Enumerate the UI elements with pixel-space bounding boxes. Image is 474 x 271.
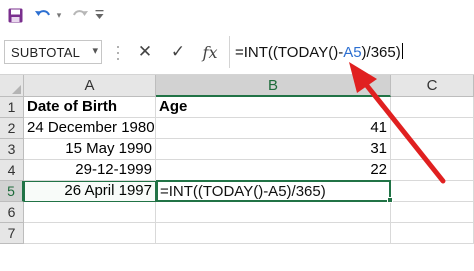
save-icon[interactable] [7, 7, 23, 23]
cancel-glyph: ✕ [137, 42, 153, 61]
row-header-3[interactable]: 3 [0, 139, 24, 160]
chevron-down-icon[interactable]: ▾ [92, 44, 98, 57]
cell-c5[interactable] [391, 181, 474, 202]
formula-bar-grip[interactable] [116, 42, 120, 64]
cell-b1[interactable]: Age [156, 97, 391, 118]
undo-icon[interactable] [33, 7, 51, 23]
row-header-7[interactable]: 7 [0, 223, 24, 244]
cell-c7[interactable] [391, 223, 474, 244]
formula-input[interactable]: =INT((TODAY()-A5)/365) [235, 40, 474, 64]
select-all-triangle-icon [12, 85, 21, 94]
fx-glyph: fx [202, 42, 218, 62]
row-header-6[interactable]: 6 [0, 202, 24, 223]
referenced-cell-highlight [24, 181, 156, 202]
cell-b2[interactable]: 41 [156, 118, 391, 139]
cancel-icon[interactable]: ✕ [133, 40, 157, 64]
insert-function-icon[interactable]: fx [198, 40, 222, 64]
cell-a2[interactable]: 24 December 1980 [24, 118, 156, 139]
active-cell-editor[interactable]: =INT((TODAY()-A5)/365) [156, 180, 391, 202]
cell-c1[interactable] [391, 97, 474, 118]
cell-b7[interactable] [156, 223, 391, 244]
cell-b6[interactable] [156, 202, 391, 223]
column-header-b[interactable]: B [156, 75, 391, 97]
name-box[interactable]: SUBTOTAL ▾ [4, 40, 102, 64]
text-cursor [401, 43, 403, 59]
cell-a1[interactable]: Date of Birth [24, 97, 156, 118]
formula-text: =INT((TODAY()-A5)/365) [235, 43, 403, 61]
formula-suffix: )/365) [361, 44, 401, 61]
formula-prefix: =INT((TODAY()- [235, 44, 344, 61]
cell-c3[interactable] [391, 139, 474, 160]
row-header-5[interactable]: 5 [0, 181, 24, 202]
formula-bar: SUBTOTAL ▾ ✕ ✓ fx =INT((TODAY()-A5)/365) [0, 30, 474, 75]
formula-cell-ref: A5 [343, 44, 362, 61]
enter-icon[interactable]: ✓ [166, 40, 190, 64]
cell-c2[interactable] [391, 118, 474, 139]
fill-handle[interactable] [387, 197, 393, 203]
worksheet-grid: A B C 1 2 3 4 5 6 7 Date of Birth Age 24… [0, 75, 474, 271]
row-header-4[interactable]: 4 [0, 160, 24, 181]
cell-c4[interactable] [391, 160, 474, 181]
cell-a6[interactable] [24, 202, 156, 223]
cell-b4[interactable]: 22 [156, 160, 391, 181]
redo-icon[interactable] [71, 7, 89, 23]
customize-qat-icon[interactable] [94, 7, 104, 23]
enter-glyph: ✓ [170, 42, 186, 61]
cell-c6[interactable] [391, 202, 474, 223]
cell-b3[interactable]: 31 [156, 139, 391, 160]
cell-a7[interactable] [24, 223, 156, 244]
column-header-a[interactable]: A [24, 75, 156, 97]
select-all-button[interactable] [0, 75, 24, 97]
undo-dropdown-icon[interactable]: ▾ [54, 7, 64, 23]
row-header-2[interactable]: 2 [0, 118, 24, 139]
cell-a4[interactable]: 29-12-1999 [24, 160, 156, 181]
cell-a3[interactable]: 15 May 1990 [24, 139, 156, 160]
name-box-value: SUBTOTAL [11, 45, 81, 60]
active-cell-formula: =INT((TODAY()-A5)/365) [160, 183, 326, 200]
row-header-1[interactable]: 1 [0, 97, 24, 118]
quick-access-toolbar: ▾ [0, 0, 474, 30]
formula-bar-divider [229, 36, 230, 68]
column-header-c[interactable]: C [391, 75, 474, 97]
